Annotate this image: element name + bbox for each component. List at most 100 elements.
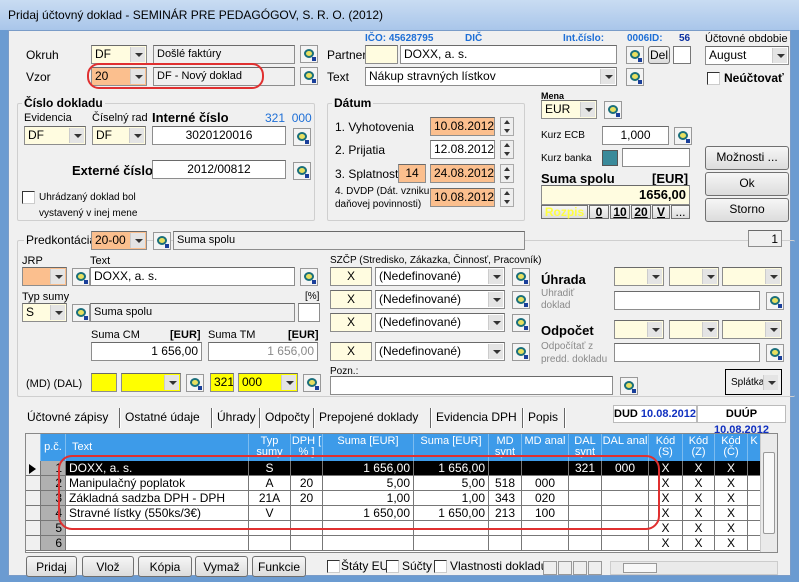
- chevron-down-icon[interactable]: [772, 48, 787, 63]
- partner-input[interactable]: DOXX, a. s.: [400, 45, 617, 64]
- footer-checkbox[interactable]: [434, 560, 447, 573]
- chevron-down-icon[interactable]: [647, 322, 662, 337]
- dvdp-date[interactable]: 10.08.2012: [430, 188, 495, 207]
- chevron-down-icon[interactable]: [763, 375, 778, 390]
- prijatia-date[interactable]: 12.08.2012: [430, 140, 495, 159]
- payment-combo[interactable]: [614, 267, 664, 286]
- footer-checkbox[interactable]: [327, 560, 340, 573]
- szcp-code[interactable]: X: [330, 342, 372, 361]
- vertical-scrollbar[interactable]: [760, 434, 777, 552]
- payment-combo[interactable]: [669, 320, 719, 339]
- chevron-down-icon[interactable]: [600, 69, 615, 84]
- szcp-code[interactable]: X: [330, 313, 372, 332]
- grid-cell[interactable]: [414, 536, 489, 551]
- column-header[interactable]: p.č.: [41, 434, 66, 461]
- grid-cell[interactable]: X: [715, 491, 748, 506]
- date-spinner[interactable]: [500, 117, 514, 136]
- search-icon[interactable]: [604, 101, 622, 119]
- ciselny-rad-combo[interactable]: DF: [92, 126, 146, 145]
- percent-input[interactable]: [298, 303, 320, 322]
- chevron-down-icon[interactable]: [488, 269, 503, 284]
- chevron-down-icon[interactable]: [488, 315, 503, 330]
- kurz-banka-input[interactable]: [622, 148, 690, 167]
- kurz-ecb-input[interactable]: 1,000: [602, 126, 669, 145]
- search-icon[interactable]: [300, 67, 318, 85]
- payment-combo[interactable]: [722, 320, 782, 339]
- neuctovat-checkbox[interactable]: [707, 72, 720, 85]
- payment-combo[interactable]: [669, 267, 719, 286]
- tab-5[interactable]: Evidencia DPH: [436, 410, 517, 424]
- chevron-down-icon[interactable]: [765, 322, 780, 337]
- grid-cell[interactable]: X: [683, 461, 715, 476]
- moznosti-button[interactable]: Možnosti ...: [705, 146, 789, 170]
- tab-2[interactable]: Úhrady: [217, 410, 256, 424]
- properties-icon[interactable]: [673, 46, 691, 64]
- szcp-combo[interactable]: (Nedefinované): [375, 313, 505, 332]
- search-icon[interactable]: [512, 314, 530, 332]
- payment-combo[interactable]: [614, 320, 664, 339]
- footer-button-vymaž[interactable]: Vymaž: [195, 556, 248, 577]
- chevron-down-icon[interactable]: [164, 375, 179, 390]
- szcp-code[interactable]: X: [330, 267, 372, 286]
- column-header[interactable]: Kód (Č): [715, 434, 748, 461]
- storno-button[interactable]: Storno: [705, 198, 789, 222]
- grid-cell[interactable]: X: [683, 476, 715, 491]
- grid-cell[interactable]: [489, 536, 522, 551]
- ina-mena-checkbox[interactable]: [22, 191, 35, 204]
- search-icon[interactable]: [293, 162, 311, 180]
- chevron-down-icon[interactable]: [488, 344, 503, 359]
- tab-6[interactable]: Popis: [528, 410, 558, 424]
- search-icon[interactable]: [72, 268, 90, 286]
- pozn-input[interactable]: [330, 376, 613, 395]
- grid-cell[interactable]: [323, 536, 414, 551]
- ok-button[interactable]: Ok: [705, 172, 789, 196]
- calculator-icon[interactable]: [602, 150, 618, 166]
- arrow-up-icon[interactable]: [543, 561, 557, 575]
- search-icon[interactable]: [766, 292, 784, 310]
- chevron-down-icon[interactable]: [69, 128, 84, 143]
- grid-cell[interactable]: X: [715, 461, 748, 476]
- grid-cell[interactable]: [66, 536, 249, 551]
- chevron-down-icon[interactable]: [647, 269, 662, 284]
- chevron-down-icon[interactable]: [580, 102, 595, 117]
- grid-cell[interactable]: X: [715, 521, 748, 536]
- footer-button-kópia[interactable]: Kópia: [138, 556, 192, 577]
- search-icon[interactable]: [626, 68, 644, 86]
- del-button[interactable]: Del: [648, 46, 670, 64]
- row-indicator[interactable]: [26, 506, 41, 521]
- szcp-combo[interactable]: (Nedefinované): [375, 342, 505, 361]
- grid-cell[interactable]: X: [715, 506, 748, 521]
- chevron-down-icon[interactable]: [129, 128, 144, 143]
- scrollbar-thumb[interactable]: [763, 452, 775, 534]
- row-indicator[interactable]: [26, 521, 41, 536]
- md-syn-input[interactable]: [91, 373, 117, 392]
- search-icon[interactable]: [766, 344, 784, 362]
- date-spinner[interactable]: [500, 188, 514, 207]
- uhradit-doklad-input[interactable]: [614, 291, 760, 310]
- splatnost-days[interactable]: 14: [398, 164, 426, 183]
- payment-combo[interactable]: [722, 267, 782, 286]
- predkontacia-combo[interactable]: 20-00: [91, 231, 147, 250]
- chevron-down-icon[interactable]: [50, 305, 65, 320]
- mena-combo[interactable]: EUR: [541, 100, 597, 119]
- jrp-combo[interactable]: [22, 267, 67, 286]
- szcp-combo[interactable]: (Nedefinované): [375, 267, 505, 286]
- search-icon[interactable]: [674, 127, 692, 145]
- search-icon[interactable]: [512, 268, 530, 286]
- chevron-down-icon[interactable]: [702, 322, 717, 337]
- chevron-down-icon[interactable]: [488, 292, 503, 307]
- footer-button-funkcie[interactable]: Funkcie: [252, 556, 306, 577]
- quick-20-button[interactable]: 20: [631, 205, 651, 219]
- search-icon[interactable]: [300, 268, 318, 286]
- externe-cislo-input[interactable]: 2012/00812: [152, 160, 286, 179]
- search-icon[interactable]: [300, 45, 318, 63]
- szcp-combo[interactable]: (Nedefinované): [375, 290, 505, 309]
- search-icon[interactable]: [626, 46, 644, 64]
- vyhotovenia-date[interactable]: 10.08.2012: [430, 117, 495, 136]
- quick-10-button[interactable]: 10: [610, 205, 630, 219]
- search-icon[interactable]: [153, 232, 171, 250]
- dal-syn-input[interactable]: 321: [210, 373, 234, 392]
- md-anal-combo[interactable]: [121, 373, 181, 392]
- arrow-down-icon[interactable]: [558, 561, 572, 575]
- chevron-down-icon[interactable]: [50, 269, 65, 284]
